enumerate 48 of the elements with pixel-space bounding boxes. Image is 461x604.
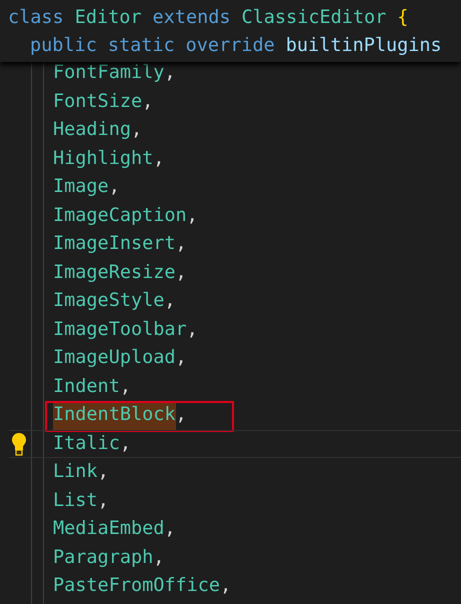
code-identifier: Link	[53, 460, 98, 484]
code-identifier: Paragraph	[53, 546, 154, 570]
code-token: class	[8, 6, 64, 30]
code-identifier: Highlight	[53, 146, 154, 170]
comma: ,	[98, 460, 109, 484]
code-identifier: Image	[53, 175, 109, 199]
code-identifier: Italic	[53, 432, 120, 456]
comma: ,	[142, 90, 154, 114]
code-token: ClassicEditor	[242, 6, 386, 30]
comma: ,	[220, 574, 232, 598]
comma: ,	[108, 175, 120, 199]
comma: ,	[164, 517, 176, 541]
comma: ,	[176, 232, 187, 256]
code-token: static	[108, 34, 175, 58]
comma: ,	[120, 374, 131, 398]
comma: ,	[186, 318, 198, 342]
code-identifier: MediaEmbed	[53, 517, 164, 541]
comma: ,	[130, 118, 142, 142]
code-identifier: Heading	[53, 118, 131, 142]
code-identifier: ImageCaption	[53, 204, 187, 228]
code-token: Editor	[74, 6, 142, 30]
code-token: {	[397, 6, 408, 30]
comma: ,	[186, 204, 198, 228]
comma: ,	[176, 403, 187, 427]
code-token: override	[186, 34, 275, 58]
comma: ,	[164, 289, 176, 313]
code-identifier: PasteFromOffice	[53, 574, 220, 598]
code-identifier: FontFamily	[53, 61, 164, 85]
comma: ,	[164, 61, 176, 85]
code-identifier: ImageUpload	[53, 346, 176, 370]
comma: ,	[153, 146, 164, 170]
code-identifier: ImageToolbar	[53, 318, 187, 342]
code-token: public	[30, 34, 97, 58]
code-identifier: FontSize	[53, 90, 142, 114]
code-identifier: IndentBlock	[53, 401, 176, 430]
comma: ,	[176, 346, 187, 370]
code-token: extends	[152, 6, 230, 30]
code-identifier: ImageResize	[53, 260, 176, 284]
code-identifier: List	[53, 488, 98, 512]
code-identifier: ImageStyle	[53, 289, 164, 313]
comma: ,	[98, 488, 109, 512]
code-identifier: ImageInsert	[53, 232, 176, 256]
comma: ,	[176, 260, 187, 284]
comma: ,	[120, 432, 131, 456]
code-identifier: Indent	[53, 374, 120, 398]
lightbulb-icon[interactable]	[11, 432, 27, 456]
code-token: builtinPlugins	[286, 34, 442, 58]
comma: ,	[153, 546, 164, 570]
